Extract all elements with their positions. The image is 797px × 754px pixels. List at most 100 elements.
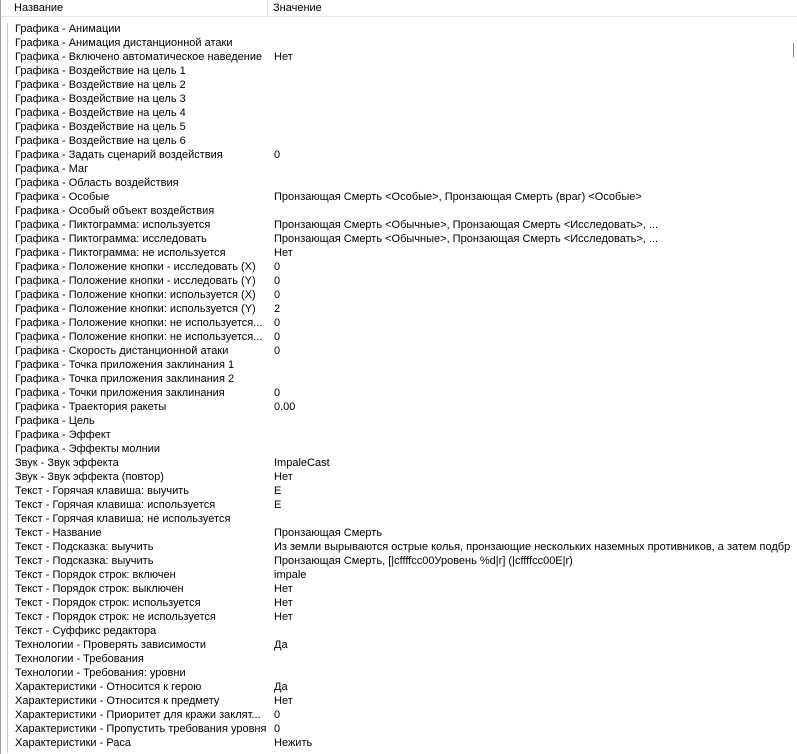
- property-value[interactable]: 0.00: [274, 400, 797, 414]
- property-row[interactable]: Графика - Точки приложения заклинания 0: [1, 386, 797, 400]
- property-row[interactable]: Текст - Название Пронзающая Смерть: [1, 526, 797, 540]
- property-row[interactable]: Текст - Горячая клавиша: не используется: [1, 512, 797, 526]
- property-row[interactable]: Графика - Положение кнопки: не используе…: [1, 330, 797, 344]
- property-row[interactable]: Технологии - Требования: [1, 652, 797, 666]
- property-name: Характеристики - Приоритет для кражи зак…: [15, 709, 261, 721]
- property-value[interactable]: E: [274, 484, 797, 498]
- property-row[interactable]: Графика - Воздействие на цель 3: [1, 92, 797, 106]
- property-value[interactable]: 0: [274, 274, 797, 288]
- property-row[interactable]: Текст - Порядок строк: не используется Не…: [1, 610, 797, 624]
- property-row[interactable]: Технологии - Требования: уровни: [1, 666, 797, 680]
- column-header-name[interactable]: Название: [11, 0, 268, 16]
- property-value[interactable]: 0: [274, 386, 797, 400]
- property-name: Графика - Анимация дистанционной атаки: [15, 37, 233, 49]
- property-value[interactable]: Пронзающая Смерть: [274, 526, 797, 540]
- property-row[interactable]: Графика - Маг: [1, 162, 797, 176]
- property-row[interactable]: Графика - Анимация дистанционной атаки: [1, 36, 797, 50]
- property-name: Звук - Звук эффекта: [15, 457, 119, 469]
- property-row[interactable]: Графика - Пиктограмма: используется Пронз…: [1, 218, 797, 232]
- property-row[interactable]: Графика - Эффект: [1, 428, 797, 442]
- property-value[interactable]: E: [274, 498, 797, 512]
- property-value[interactable]: ImpaleCast: [274, 456, 797, 470]
- property-row[interactable]: Графика - Эффекты молнии: [1, 442, 797, 456]
- property-row[interactable]: Текст - Порядок строк: включен impale: [1, 568, 797, 582]
- property-row[interactable]: Текст - Подсказка: выучить Пронзающая Сме…: [1, 554, 797, 568]
- property-row[interactable]: Характеристики - Приоритет для кражи зак…: [1, 708, 797, 722]
- property-row[interactable]: Звук - Звук эффекта (повтор) Нет: [1, 470, 797, 484]
- property-value[interactable]: Да: [274, 638, 797, 652]
- property-row[interactable]: Характеристики - Раса Нежить: [1, 736, 797, 750]
- property-row[interactable]: Графика - Положение кнопки - исследовать…: [1, 274, 797, 288]
- property-value[interactable]: Пронзающая Смерть <Обычные>, Пронзающая …: [274, 218, 797, 232]
- property-row[interactable]: Графика - Положение кнопки: используется…: [1, 288, 797, 302]
- property-value[interactable]: 0: [274, 148, 797, 162]
- property-row[interactable]: Графика - Пиктограмма: исследовать Пронза…: [1, 232, 797, 246]
- property-value[interactable]: 0: [274, 330, 797, 344]
- property-row[interactable]: Графика - Воздействие на цель 4: [1, 106, 797, 120]
- property-row[interactable]: Графика - Воздействие на цель 1: [1, 64, 797, 78]
- property-row[interactable]: Графика - Задать сценарий воздействия 0: [1, 148, 797, 162]
- property-row[interactable]: Графика - Область воздействия: [1, 176, 797, 190]
- property-value[interactable]: Нет: [274, 596, 797, 610]
- property-row[interactable]: Графика - Воздействие на цель 2: [1, 78, 797, 92]
- property-name: Текст - Подсказка: выучить: [15, 541, 154, 553]
- property-name: Графика - Положение кнопки - исследовать…: [15, 261, 256, 273]
- property-row[interactable]: Текст - Подсказка: выучить Из земли вырыв…: [1, 540, 797, 554]
- property-value[interactable]: 0: [274, 344, 797, 358]
- property-value[interactable]: Нет: [274, 582, 797, 596]
- property-value[interactable]: 0: [274, 708, 797, 722]
- property-name: Графика - Положение кнопки: не используе…: [15, 317, 263, 329]
- property-value[interactable]: Нет: [274, 246, 797, 260]
- property-row[interactable]: Графика - Траектория ракеты 0.00: [1, 400, 797, 414]
- property-value[interactable]: Из земли вырываются острые колья, пронза…: [274, 540, 797, 554]
- property-row[interactable]: Технологии - Проверять зависимости Да: [1, 638, 797, 652]
- property-row[interactable]: Графика - Положение кнопки: используется…: [1, 302, 797, 316]
- property-value[interactable]: impale: [274, 568, 797, 582]
- property-value[interactable]: Пронзающая Смерть <Обычные>, Пронзающая …: [274, 232, 797, 246]
- property-value[interactable]: Нет: [274, 470, 797, 484]
- property-row[interactable]: Текст - Суффикс редактора: [1, 624, 797, 638]
- property-row[interactable]: Характеристики - Пропустить требования у…: [1, 722, 797, 736]
- property-row[interactable]: Графика - Положение кнопки - исследовать…: [1, 260, 797, 274]
- property-row[interactable]: Характеристики - Относится к предмету Нет: [1, 694, 797, 708]
- property-name: Графика - Воздействие на цель 4: [15, 107, 186, 119]
- column-header-value[interactable]: Значение: [268, 0, 797, 16]
- property-row[interactable]: Звук - Звук эффекта ImpaleCast: [1, 456, 797, 470]
- property-row[interactable]: Графика - Включено автоматическое наведе…: [1, 50, 797, 64]
- property-row[interactable]: Графика - Цель: [1, 414, 797, 428]
- property-row[interactable]: Текст - Горячая клавиша: выучить E: [1, 484, 797, 498]
- property-value[interactable]: Пронзающая Смерть, [|cffffcc00Уровень %d…: [274, 554, 797, 568]
- property-row[interactable]: Графика - Положение кнопки: не используе…: [1, 316, 797, 330]
- property-value[interactable]: Да: [274, 680, 797, 694]
- property-row[interactable]: Графика - Точка приложения заклинания 1: [1, 358, 797, 372]
- property-value[interactable]: Нет: [274, 610, 797, 624]
- property-row[interactable]: Графика - Пиктограмма: не используется Не…: [1, 246, 797, 260]
- property-name: Графика - Пиктограмма: исследовать: [15, 233, 207, 245]
- property-value[interactable]: 2: [274, 302, 797, 316]
- property-row[interactable]: Графика - Скорость дистанционной атаки 0: [1, 344, 797, 358]
- property-value[interactable]: 0: [274, 260, 797, 274]
- property-row[interactable]: Графика - Воздействие на цель 6: [1, 134, 797, 148]
- property-row[interactable]: Текст - Горячая клавиша: используется E: [1, 498, 797, 512]
- property-name: Характеристики - Пропустить требования у…: [15, 723, 267, 735]
- property-value[interactable]: Нежить: [274, 736, 797, 750]
- property-value[interactable]: 0: [274, 288, 797, 302]
- property-row[interactable]: Графика - Особые Пронзающая Смерть <Особы…: [1, 190, 797, 204]
- property-name: Звук - Звук эффекта (повтор): [15, 471, 164, 483]
- property-value[interactable]: 0: [274, 316, 797, 330]
- property-name: Графика - Положение кнопки: используется…: [15, 303, 256, 315]
- property-row[interactable]: Текст - Порядок строк: выключен Нет: [1, 582, 797, 596]
- property-row[interactable]: Характеристики - Относится к герою Да: [1, 680, 797, 694]
- property-name: Текст - Подсказка: выучить: [15, 555, 154, 567]
- property-value[interactable]: Пронзающая Смерть <Особые>, Пронзающая С…: [274, 190, 797, 204]
- property-value[interactable]: Нет: [274, 50, 797, 64]
- property-row[interactable]: Графика - Анимации: [1, 22, 797, 36]
- property-row[interactable]: Графика - Воздействие на цель 5: [1, 120, 797, 134]
- property-row[interactable]: Текст - Порядок строк: используется Нет: [1, 596, 797, 610]
- property-value[interactable]: Нет: [274, 694, 797, 708]
- property-name: Характеристики - Раса: [15, 737, 132, 749]
- property-value[interactable]: 0: [274, 722, 797, 736]
- property-name: Текст - Горячая клавиша: не используется: [15, 513, 231, 525]
- property-row[interactable]: Графика - Особый объект воздействия: [1, 204, 797, 218]
- property-row[interactable]: Графика - Точка приложения заклинания 2: [1, 372, 797, 386]
